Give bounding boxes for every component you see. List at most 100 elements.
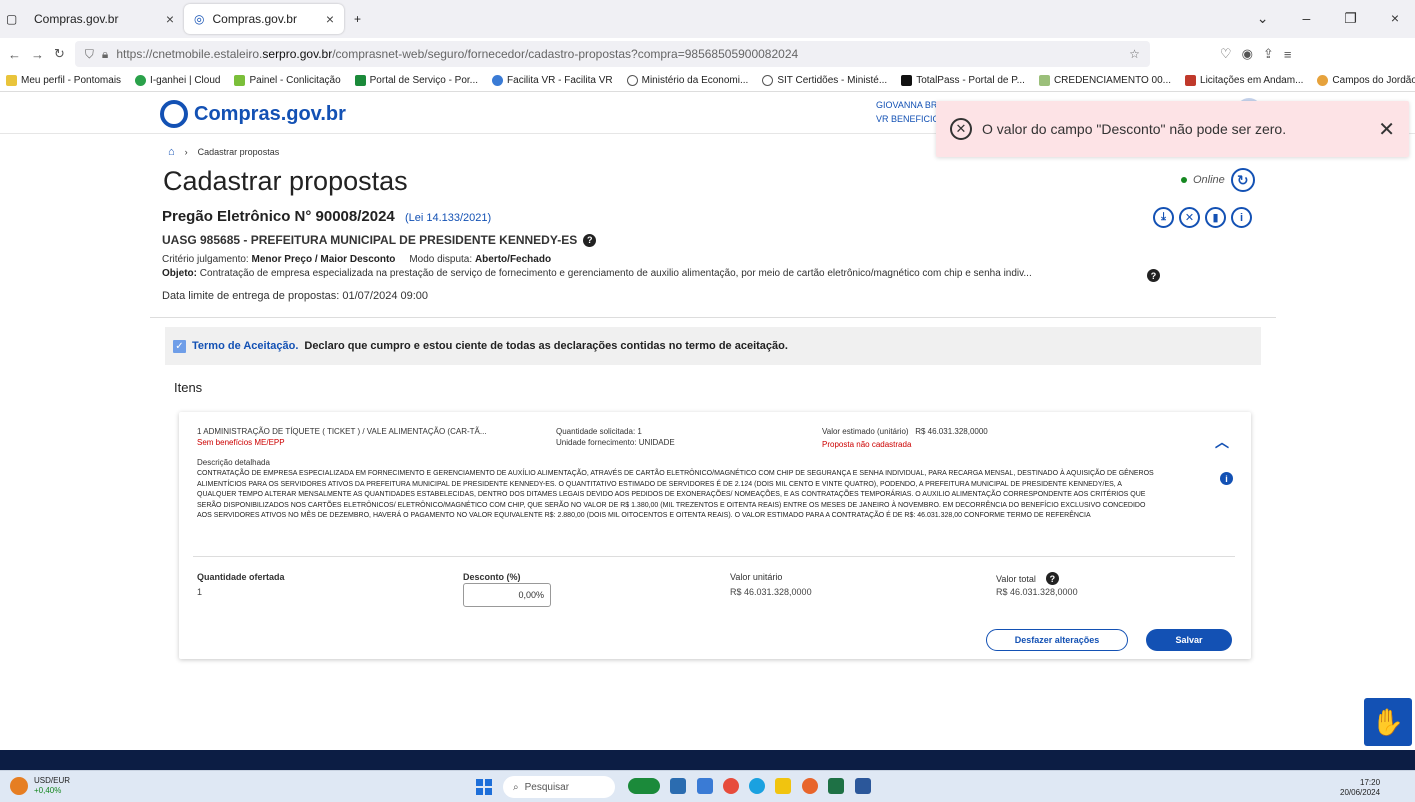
termo-aceitacao: ✓ Termo de Aceitação. Declaro que cumpro…	[165, 327, 1261, 365]
accessibility-hand-icon[interactable]: ✋	[1364, 698, 1412, 746]
search-icon: ⌕	[513, 781, 519, 793]
bookmark-item[interactable]: Portal de Serviço - Por...	[354, 75, 478, 86]
account-icon[interactable]: ◉	[1242, 46, 1253, 62]
close-toast-icon[interactable]: ✕	[1378, 117, 1395, 142]
pregao-title: Pregão Eletrônico N° 90008/2024 (Lei 14.…	[162, 208, 492, 225]
restore-icon[interactable]: ❐	[1344, 10, 1357, 27]
forward-icon[interactable]: →	[31, 47, 44, 62]
unidade-fornecimento: Unidade fornecimento: UNIDADE	[556, 438, 675, 447]
search-input[interactable]: ⌕ Pesquisar	[503, 776, 615, 798]
clock[interactable]: 17:20 20/06/2024	[1340, 778, 1380, 798]
refresh-icon[interactable]: ↻	[1230, 168, 1255, 192]
weather-ticker[interactable]: USD/EUR +0,40%	[10, 776, 70, 796]
pocket-icon[interactable]: ♡	[1220, 46, 1232, 62]
shield-icon: ⛉	[84, 46, 94, 61]
cancel-icon[interactable]: ✕	[1179, 207, 1200, 228]
valor-unitario-label: Valor unitário	[730, 572, 783, 582]
vr-app-icon[interactable]	[628, 778, 660, 794]
objeto-line: Objeto: Contratação de empresa especiali…	[162, 268, 1032, 279]
qtd-ofertada-label: Quantidade ofertada	[197, 572, 285, 582]
breadcrumb: ⌂ › Cadastrar propostas	[168, 146, 280, 158]
desfazer-button[interactable]: Desfazer alterações	[986, 629, 1128, 651]
error-icon: ✕	[950, 118, 972, 140]
criterio-line: Critério julgamento: Menor Preço / Maior…	[162, 254, 552, 265]
menu-icon[interactable]: ≡	[1284, 47, 1292, 62]
online-dot-icon	[1181, 177, 1187, 183]
descricao-label: Descrição detalhada	[197, 458, 270, 467]
help-icon[interactable]: ?	[583, 233, 597, 247]
close-tab-icon[interactable]: ×	[326, 11, 334, 27]
clipboard-icon[interactable]: ▮	[1205, 207, 1226, 228]
compras-logo-icon	[160, 100, 188, 128]
list-all-tabs-icon[interactable]: ⌄	[1257, 10, 1269, 27]
browser-nav-bar: ← → ↻ ⛉ 🔒︎ https://cnetmobile.estaleiro.…	[0, 38, 1415, 70]
bookmark-item[interactable]: Painel - Conlicitação	[234, 75, 341, 86]
reload-icon[interactable]: ↻	[54, 46, 65, 62]
info-icon[interactable]: i	[1220, 472, 1233, 485]
termo-link[interactable]: Termo de Aceitação.	[192, 340, 298, 352]
download-icon[interactable]: ⤓	[1153, 207, 1174, 228]
close-window-icon[interactable]: ×	[1391, 10, 1399, 27]
share-icon[interactable]: ⇪	[1263, 46, 1274, 62]
edge-icon[interactable]	[749, 778, 765, 794]
chevron-up-icon[interactable]: ︿	[1215, 432, 1229, 452]
objeto-help-icon[interactable]: ?	[1147, 269, 1160, 282]
bookmark-item[interactable]: TotalPass - Portal de P...	[901, 75, 1025, 86]
valor-unitario-value: R$ 46.031.328,0000	[730, 587, 812, 597]
valor-total-label: Valor total ?	[996, 572, 1059, 585]
page-title: Cadastrar propostas	[163, 166, 408, 196]
bookmark-star-icon[interactable]: ☆	[1129, 47, 1140, 61]
browser-tab-2[interactable]: ◎ Compras.gov.br ×	[184, 4, 344, 34]
teams-icon[interactable]	[670, 778, 686, 794]
qtd-solicitada: Quantidade solicitada: 1	[556, 427, 642, 436]
termo-checkbox[interactable]: ✓	[173, 339, 186, 353]
bookmark-item[interactable]: Campos do Jordão Pre...	[1317, 75, 1415, 86]
bookmark-item[interactable]: I-ganhei | Cloud	[135, 75, 220, 86]
file-explorer-icon[interactable]	[775, 778, 791, 794]
bookmark-item[interactable]: Meu perfil - Pontomais	[6, 75, 121, 86]
uasg-title: UASG 985685 - PREFEITURA MUNICIPAL DE PR…	[162, 233, 597, 247]
desconto-input[interactable]: 0,00%	[463, 583, 551, 607]
proposta-status: Proposta não cadastrada	[822, 440, 912, 449]
desconto-label: Desconto (%)	[463, 572, 521, 582]
breadcrumb-current: Cadastrar propostas	[197, 147, 280, 157]
data-limite-line: Data limite de entrega de propostas: 01/…	[162, 290, 429, 302]
valor-total-value: R$ 46.031.328,0000	[996, 587, 1078, 597]
page-footer-bar	[0, 750, 1415, 770]
descricao-text: CONTRATAÇÃO DE EMPRESA ESPECIALIZADA EM …	[197, 470, 1154, 519]
bookmarks-bar: Meu perfil - Pontomais I-ganhei | Cloud …	[0, 70, 1415, 92]
firefox-icon[interactable]	[802, 778, 818, 794]
bookmark-item[interactable]: Facilita VR - Facilita VR	[492, 75, 613, 86]
url-bar[interactable]: ⛉ 🔒︎ https://cnetmobile.estaleiro.serpro…	[74, 41, 1150, 67]
url-text: https://cnetmobile.estaleiro.serpro.gov.…	[116, 47, 799, 61]
bookmark-item[interactable]: Licitações em Andam...	[1185, 75, 1303, 86]
item-beneficio: Sem benefícios ME/EPP	[197, 438, 285, 447]
tab-list-icon[interactable]: ▢	[0, 4, 24, 34]
site-logo[interactable]: Compras.gov.br	[160, 100, 346, 128]
lei-link[interactable]: (Lei 14.133/2021)	[405, 212, 491, 224]
minimize-icon[interactable]: –	[1302, 10, 1310, 27]
new-tab-icon[interactable]: +	[344, 4, 374, 34]
close-tab-icon[interactable]: ×	[166, 11, 174, 27]
chrome-icon[interactable]	[723, 778, 739, 794]
valor-total-help-icon[interactable]: ?	[1045, 572, 1059, 585]
salvar-button[interactable]: Salvar	[1146, 629, 1232, 651]
bookmark-item[interactable]: SIT Certidões - Ministé...	[762, 75, 887, 86]
browser-tab-1[interactable]: Compras.gov.br ×	[24, 4, 184, 34]
item-title: 1 ADMINISTRAÇÃO DE TÍQUETE ( TICKET ) / …	[197, 427, 487, 436]
tab-title: Compras.gov.br	[212, 12, 297, 26]
bookmark-item[interactable]: Ministério da Economi...	[626, 75, 748, 86]
back-icon[interactable]: ←	[8, 47, 21, 62]
info-icon[interactable]: i	[1231, 207, 1252, 228]
qtd-ofertada-value: 1	[197, 587, 203, 597]
windows-start-icon[interactable]	[476, 779, 492, 795]
toast-message: O valor do campo "Desconto" não pode ser…	[982, 121, 1287, 137]
bookmark-item[interactable]: CREDENCIAMENTO 00...	[1038, 75, 1171, 86]
divider	[150, 317, 1276, 318]
excel-icon[interactable]	[828, 778, 844, 794]
itens-title: Itens	[174, 380, 203, 395]
word-icon[interactable]	[855, 778, 871, 794]
tab-title: Compras.gov.br	[34, 12, 119, 26]
home-icon[interactable]: ⌂	[168, 146, 175, 158]
outlook-icon[interactable]	[697, 778, 713, 794]
